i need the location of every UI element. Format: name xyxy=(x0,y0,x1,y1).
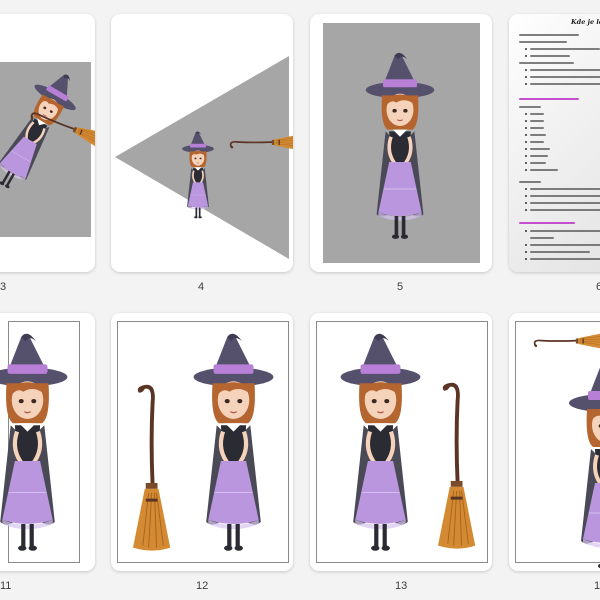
page-number-3: 3 xyxy=(0,281,7,293)
page-4-artwork xyxy=(115,56,293,259)
document-title: Kde je léta xyxy=(571,18,600,26)
page-number-5: 5 xyxy=(397,281,404,293)
page-3-artwork xyxy=(0,62,95,237)
page-number-6: 6 xyxy=(596,281,600,293)
page-number-4: 4 xyxy=(198,281,205,293)
page-thumbnail-next[interactable] xyxy=(509,313,600,571)
page-thumbnail-11[interactable] xyxy=(0,313,95,571)
page-thumbnail-3[interactable] xyxy=(0,14,95,272)
page-number-11: 11 xyxy=(0,580,12,592)
page-5-artwork xyxy=(323,23,480,263)
page-thumbnail-6[interactable]: Kde je léta xyxy=(509,14,600,272)
page-thumbnail-12[interactable] xyxy=(111,313,293,571)
page-thumbnail-5[interactable] xyxy=(310,14,492,272)
page-next-artwork xyxy=(533,332,600,571)
page-12-artwork xyxy=(132,313,293,571)
page-number-12: 12 xyxy=(196,580,209,592)
page-11-artwork xyxy=(0,313,95,571)
page-13-artwork xyxy=(310,313,476,571)
page-thumbnail-4[interactable] xyxy=(111,14,293,272)
page-thumbnail-13[interactable] xyxy=(310,313,492,571)
document-page: Kde je léta xyxy=(509,14,600,272)
page-number-13: 13 xyxy=(395,580,408,592)
page-number-next: 1 xyxy=(594,580,600,592)
